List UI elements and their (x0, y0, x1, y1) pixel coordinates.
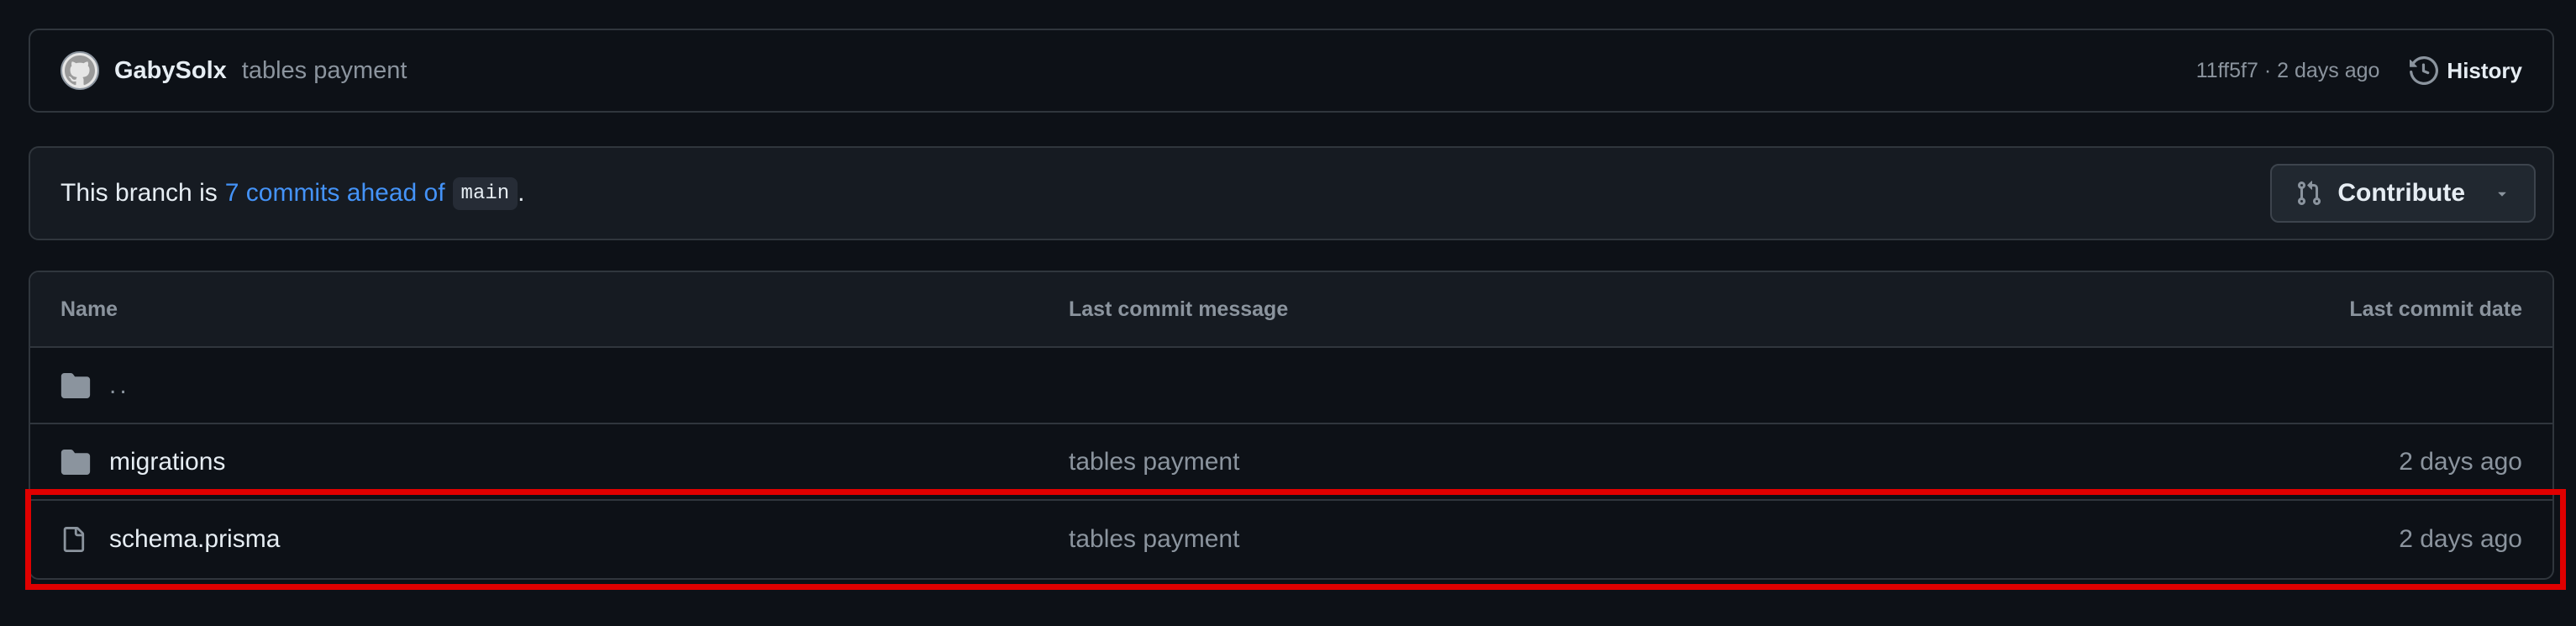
contribute-label: Contribute (2337, 179, 2465, 207)
row-commit-date: 2 days ago (2399, 447, 2522, 476)
row-commit-date: 2 days ago (2399, 524, 2522, 553)
table-row-migrations[interactable]: migrations tables payment 2 days ago (30, 424, 2552, 501)
folder-icon (60, 372, 94, 398)
table-row-schema-prisma[interactable]: schema.prisma tables payment 2 days ago (30, 501, 2552, 577)
branch-status-prefix: This branch is (60, 179, 218, 207)
file-link[interactable]: schema.prisma (109, 525, 280, 554)
row-name-cell: .. (60, 371, 1069, 400)
table-row-parent-directory[interactable]: .. (30, 348, 2552, 424)
caret-down-icon (2498, 192, 2506, 197)
file-table: Name Last commit message Last commit dat… (29, 271, 2554, 580)
history-icon (2410, 56, 2439, 85)
commits-ahead-link[interactable]: 7 commits ahead of (225, 179, 445, 208)
row-commit-message[interactable]: tables payment (1069, 448, 2186, 476)
history-button[interactable]: History (2410, 56, 2522, 85)
folder-link[interactable]: migrations (109, 448, 225, 476)
folder-icon (60, 449, 94, 475)
contribute-button[interactable]: Contribute (2270, 164, 2536, 223)
git-pull-request-icon (2298, 181, 2321, 206)
table-header: Name Last commit message Last commit dat… (30, 272, 2552, 348)
latest-commit-bar: GabySolx tables payment 11ff5f7 · 2 days… (29, 29, 2554, 113)
branch-status-text: This branch is 7 commits ahead of main . (60, 176, 525, 210)
header-name: Name (60, 297, 118, 321)
row-commit-message[interactable]: tables payment (1069, 525, 2186, 554)
github-avatar-icon (65, 55, 95, 86)
commit-hash-and-time[interactable]: 11ff5f7 · 2 days ago (2196, 59, 2380, 83)
branch-status-suffix: . (518, 179, 525, 207)
row-name-cell: migrations (60, 448, 1069, 476)
avatar[interactable] (60, 51, 99, 90)
header-last-commit-message: Last commit message (1069, 297, 1289, 321)
header-last-commit-date: Last commit date (2349, 297, 2522, 321)
base-branch-name: main (452, 176, 518, 210)
commit-author-link[interactable]: GabySolx (114, 57, 227, 85)
row-name-cell: schema.prisma (60, 524, 1069, 555)
commit-message-link[interactable]: tables payment (242, 57, 407, 85)
file-icon (60, 524, 94, 555)
repo-file-browser: GabySolx tables payment 11ff5f7 · 2 days… (0, 0, 2576, 626)
parent-directory-link[interactable]: .. (109, 371, 130, 400)
branch-status-bar: This branch is 7 commits ahead of main .… (29, 146, 2554, 240)
history-label: History (2447, 57, 2522, 83)
